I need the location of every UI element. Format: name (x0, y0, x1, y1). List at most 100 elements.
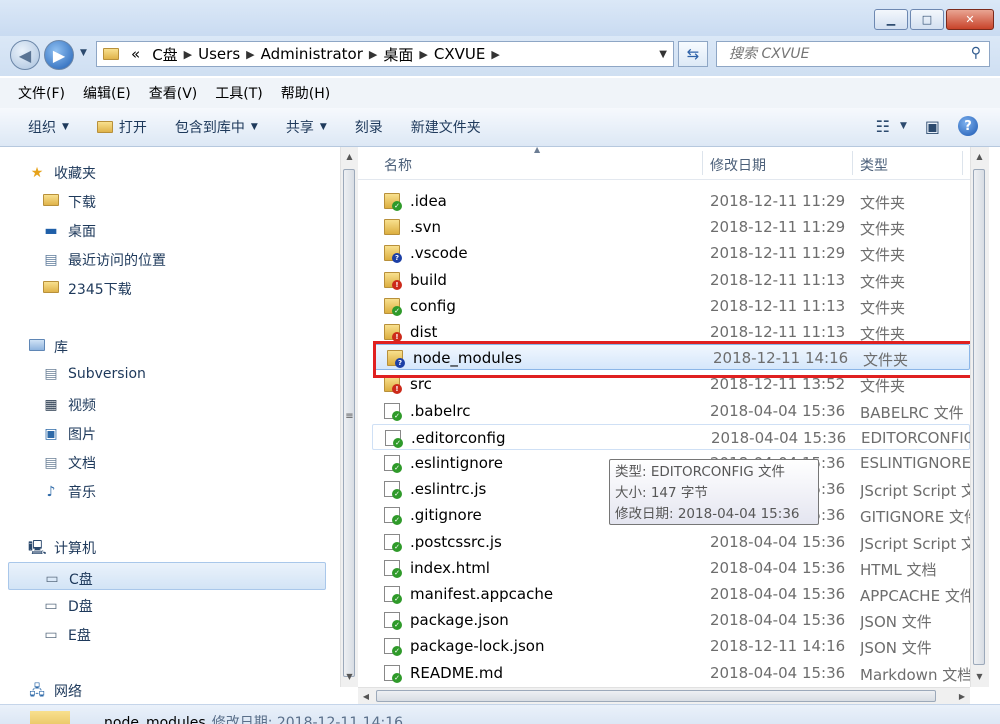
svn-ok-icon: ✓ (392, 567, 402, 578)
chevron-right-icon[interactable]: ▶ (369, 48, 377, 61)
grip-icon: ≡ (345, 411, 354, 422)
column-divider[interactable] (852, 151, 853, 175)
nav-item-label: Subversion (68, 366, 146, 382)
scroll-down-icon[interactable]: ▼ (341, 669, 358, 685)
file-row[interactable]: ✓ README.md 2018-04-04 15:36 Markdown 文档 (372, 660, 970, 686)
nav-item-subversion[interactable]: ▤ Subversion (42, 366, 146, 382)
chevron-right-icon[interactable]: ▶ (491, 48, 499, 61)
nav-computer[interactable]: 🖳 计算机 (28, 538, 96, 558)
refresh-icon: ⇆ (686, 45, 700, 63)
nav-item-desktop[interactable]: ▬ 桌面 (42, 221, 96, 241)
burn-button[interactable]: 刻录 (355, 117, 383, 137)
file-row[interactable]: ✓ .editorconfig 2018-04-04 15:36 EDITORCONF… (372, 423, 970, 450)
refresh-button[interactable]: ⇆ (678, 41, 708, 67)
breadcrumb-overflow[interactable]: « (131, 45, 140, 63)
search-icon[interactable]: ⚲ (971, 45, 981, 61)
file-name: .editorconfig (411, 428, 506, 447)
nav-item-e-drive[interactable]: ▭ E盘 (42, 625, 91, 645)
scroll-right-icon[interactable]: ▶ (954, 688, 970, 705)
breadcrumb-administrator[interactable]: Administrator (261, 45, 363, 63)
chevron-down-icon[interactable]: ▼ (900, 121, 907, 131)
file-row[interactable]: ✓ package.json 2018-04-04 15:36 JSON 文件 (372, 607, 970, 633)
nav-scrollbar[interactable]: ▲ ≡ ▼ (340, 147, 358, 687)
column-name[interactable]: 名称 (384, 155, 412, 175)
nav-item-recent-places[interactable]: ▤ 最近访问的位置 (42, 250, 166, 270)
chevron-right-icon[interactable]: ▶ (184, 48, 192, 61)
column-modified[interactable]: 修改日期 (710, 155, 766, 175)
recent-pages-dropdown[interactable]: ▼ (80, 48, 87, 58)
nav-item-pictures[interactable]: ▣ 图片 (42, 424, 96, 444)
file-row[interactable]: .svn 2018-12-11 11:29 文件夹 (372, 214, 970, 240)
menu-view[interactable]: 查看(V) (149, 83, 198, 103)
organize-button[interactable]: 组织 ▼ (28, 117, 69, 137)
preview-pane-icon[interactable]: ▣ (925, 117, 940, 136)
file-row[interactable]: ✓ manifest.appcache 2018-04-04 15:36 APPCAC… (372, 581, 970, 607)
file-modified-date: 2018-12-11 14:16 (710, 637, 846, 656)
back-button[interactable]: ◀ (10, 40, 40, 70)
search-input[interactable] (727, 42, 961, 66)
scroll-up-icon[interactable]: ▲ (341, 149, 358, 165)
nav-item-c-drive[interactable]: ▭ C盘 (8, 562, 326, 590)
forward-arrow-icon: ▶ (52, 45, 66, 65)
nav-item-label: E盘 (68, 628, 91, 644)
view-options-icon[interactable]: ☷ (876, 117, 890, 136)
scroll-down-icon[interactable]: ▼ (971, 669, 988, 685)
nav-item-videos[interactable]: ▦ 视频 (42, 395, 96, 415)
file-row[interactable]: ✓ .postcssrc.js 2018-04-04 15:36 JScript Sc… (372, 529, 970, 555)
maximize-button[interactable]: □ (910, 9, 944, 30)
file-list-hscrollbar[interactable]: ◀ ▶ (358, 687, 970, 705)
chevron-right-icon[interactable]: ▶ (419, 48, 427, 61)
share-button[interactable]: 共享 ▼ (286, 117, 327, 137)
nav-item-downloads[interactable]: 下载 (42, 192, 96, 212)
include-in-library-button[interactable]: 包含到库中 ▼ (175, 117, 258, 137)
folder-icon (30, 711, 70, 724)
folder-icon (42, 281, 60, 297)
file-hscroll-thumb[interactable] (376, 690, 936, 702)
folder-icon (103, 48, 119, 60)
breadcrumb-c-drive[interactable]: C盘 (152, 44, 177, 65)
file-scroll-thumb[interactable] (973, 169, 985, 665)
nav-item-music[interactable]: ♪ 音乐 (42, 482, 96, 502)
nav-libraries[interactable]: 库 (28, 337, 68, 357)
column-divider[interactable] (962, 151, 963, 175)
details-text: node_modules 修改日期: 2018-12-11 14:16 (104, 712, 403, 724)
breadcrumb-desktop[interactable]: 桌面 (383, 44, 413, 65)
nav-item-2345-downloads[interactable]: 2345下载 (42, 279, 132, 299)
file-type: BABELRC 文件 (860, 403, 964, 422)
menu-tools[interactable]: 工具(T) (215, 83, 262, 103)
file-row[interactable]: ? .vscode 2018-12-11 11:29 文件夹 (372, 240, 970, 266)
file-row[interactable]: ✓ index.html 2018-04-04 15:36 HTML 文档 (372, 555, 970, 581)
menu-file[interactable]: 文件(F) (18, 83, 65, 103)
column-divider[interactable] (702, 151, 703, 175)
nav-favorites[interactable]: ★ 收藏夹 (28, 163, 96, 183)
file-row[interactable]: ! build 2018-12-11 11:13 文件夹 (372, 267, 970, 293)
file-row[interactable]: ✓ package-lock.json 2018-12-11 14:16 JSON 文… (372, 633, 970, 659)
file-row[interactable]: ✓ .babelrc 2018-04-04 15:36 BABELRC 文件 (372, 398, 970, 424)
nav-network[interactable]: 🖧 网络 (28, 681, 82, 701)
svn-ok-icon: ✓ (392, 201, 402, 211)
scroll-up-icon[interactable]: ▲ (971, 149, 988, 165)
menu-help[interactable]: 帮助(H) (281, 83, 330, 103)
forward-button[interactable]: ▶ (44, 40, 74, 70)
column-type[interactable]: 类型 (860, 155, 888, 175)
open-button[interactable]: 打开 (96, 117, 147, 137)
scroll-left-icon[interactable]: ◀ (358, 688, 374, 705)
new-folder-button[interactable]: 新建文件夹 (411, 117, 481, 137)
search-box[interactable]: ⚲ (716, 41, 990, 67)
minimize-button[interactable]: ▁ (874, 9, 908, 30)
nav-item-documents[interactable]: ▤ 文档 (42, 453, 96, 473)
address-bar[interactable]: « C盘 ▶ Users ▶ Administrator ▶ 桌面 ▶ CXVU… (96, 41, 674, 67)
nav-item-d-drive[interactable]: ▭ D盘 (42, 596, 92, 616)
file-row[interactable]: ✓ config 2018-12-11 11:13 文件夹 (372, 293, 970, 319)
file-name: .eslintignore (410, 454, 503, 472)
chevron-right-icon[interactable]: ▶ (246, 48, 254, 61)
close-button[interactable]: ✕ (946, 9, 994, 30)
file-list-scrollbar[interactable]: ▲ ▼ (970, 147, 989, 687)
file-row[interactable]: ✓ .idea 2018-12-11 11:29 文件夹 (372, 188, 970, 214)
help-icon[interactable]: ? (958, 116, 978, 136)
breadcrumb-users[interactable]: Users (198, 45, 240, 63)
address-history-dropdown[interactable]: ▼ (659, 49, 667, 60)
menu-edit[interactable]: 编辑(E) (83, 83, 131, 103)
breadcrumb-cxvue[interactable]: CXVUE (434, 45, 485, 63)
file-type: HTML 文档 (860, 560, 937, 579)
